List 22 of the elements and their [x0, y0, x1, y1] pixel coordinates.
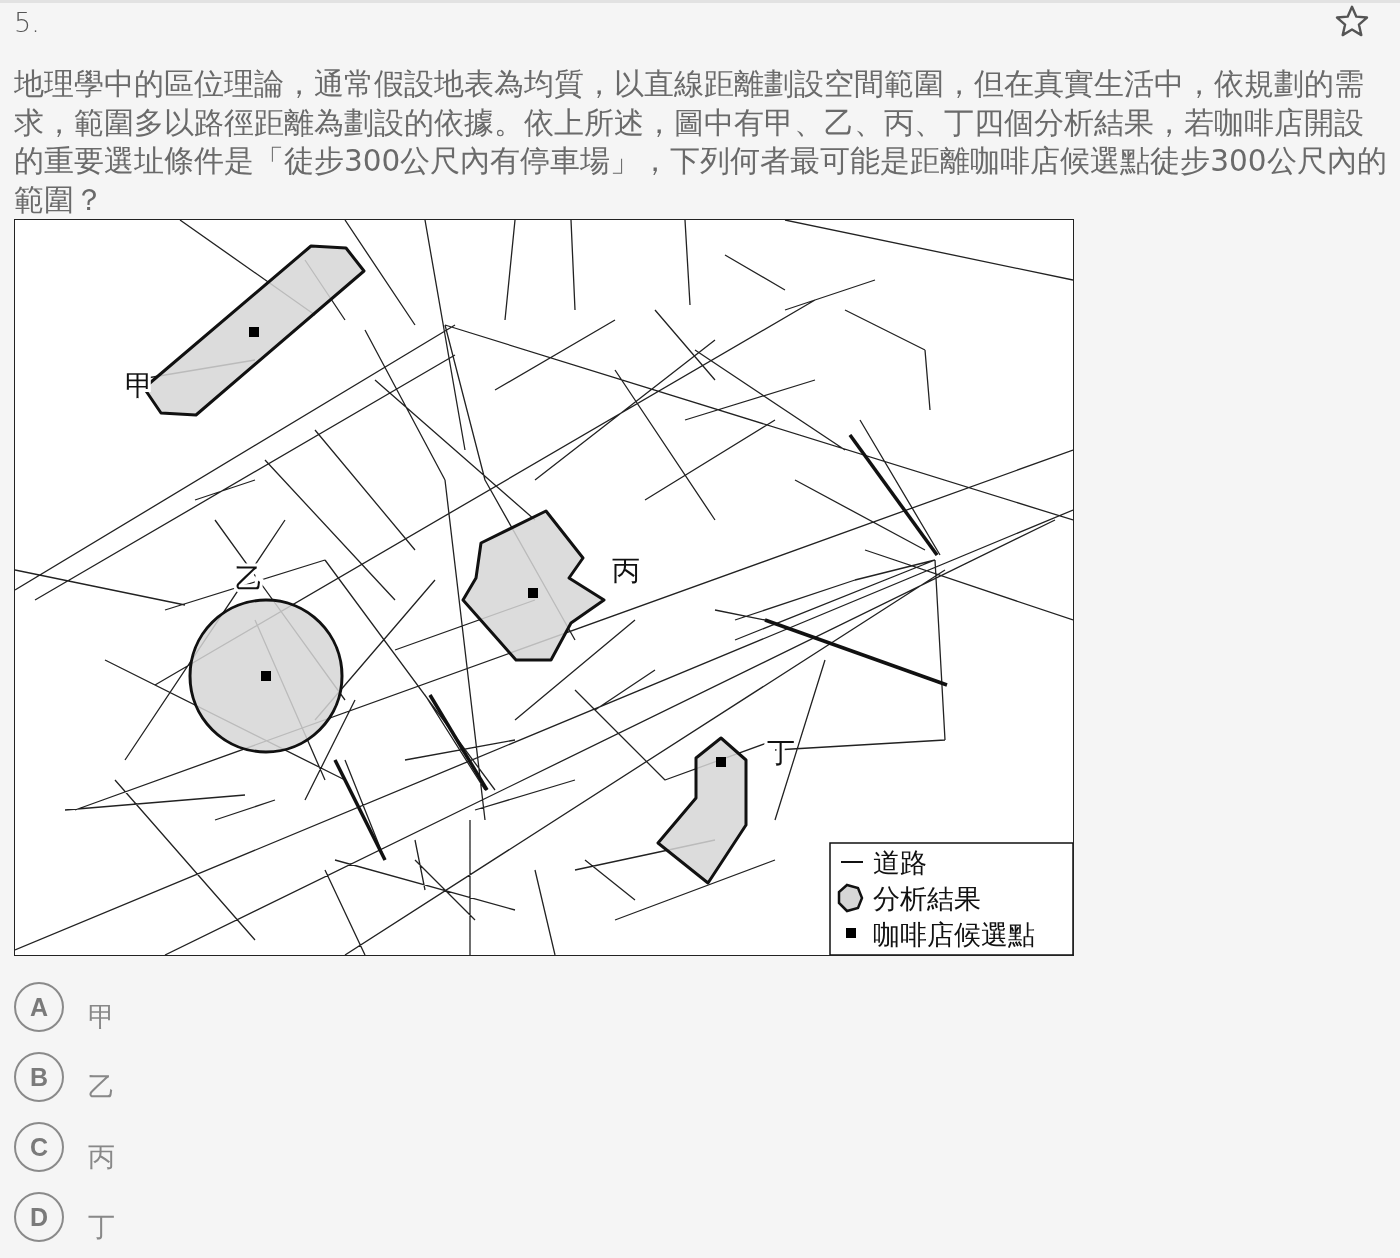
- area-label: 甲: [125, 369, 153, 402]
- option-text: 乙: [88, 1070, 115, 1104]
- option-text: 甲: [88, 1000, 115, 1034]
- legend-text: 咖啡店候選點: [873, 919, 1035, 950]
- candidate-point: [261, 671, 271, 681]
- candidate-point: [249, 327, 259, 337]
- option-button[interactable]: B: [14, 1052, 64, 1102]
- option-text: 丁: [88, 1210, 115, 1244]
- question-number: 5.: [14, 6, 40, 40]
- option-button[interactable]: C: [14, 1122, 64, 1172]
- area-symbol: [837, 883, 864, 913]
- candidate-point: [716, 757, 726, 767]
- option-text: 丙: [88, 1140, 115, 1174]
- legend-text: 分析結果: [873, 883, 981, 914]
- legend-text: 道路: [873, 847, 927, 878]
- candidate-point: [528, 588, 538, 598]
- option-button[interactable]: A: [14, 982, 64, 1032]
- option-button[interactable]: D: [14, 1192, 64, 1242]
- bookmark-star-icon[interactable]: [1334, 3, 1370, 39]
- point-symbol: [846, 928, 856, 938]
- area-label: 丙: [612, 554, 640, 587]
- question-text: 地理學中的區位理論，通常假設地表為均質，以直線距離劃設空間範圍，但在真實生活中，依規劃的需求，範圍多以路徑距離為劃設的依據。依上所述，圖中有甲、乙、丙、丁四個分析結果，若咖啡店開設的重要選址條件是「徒步300公尺內有停車場」，下列何者最可能是距離咖啡店候選點徒步300公尺內的範圍？: [14, 66, 1388, 219]
